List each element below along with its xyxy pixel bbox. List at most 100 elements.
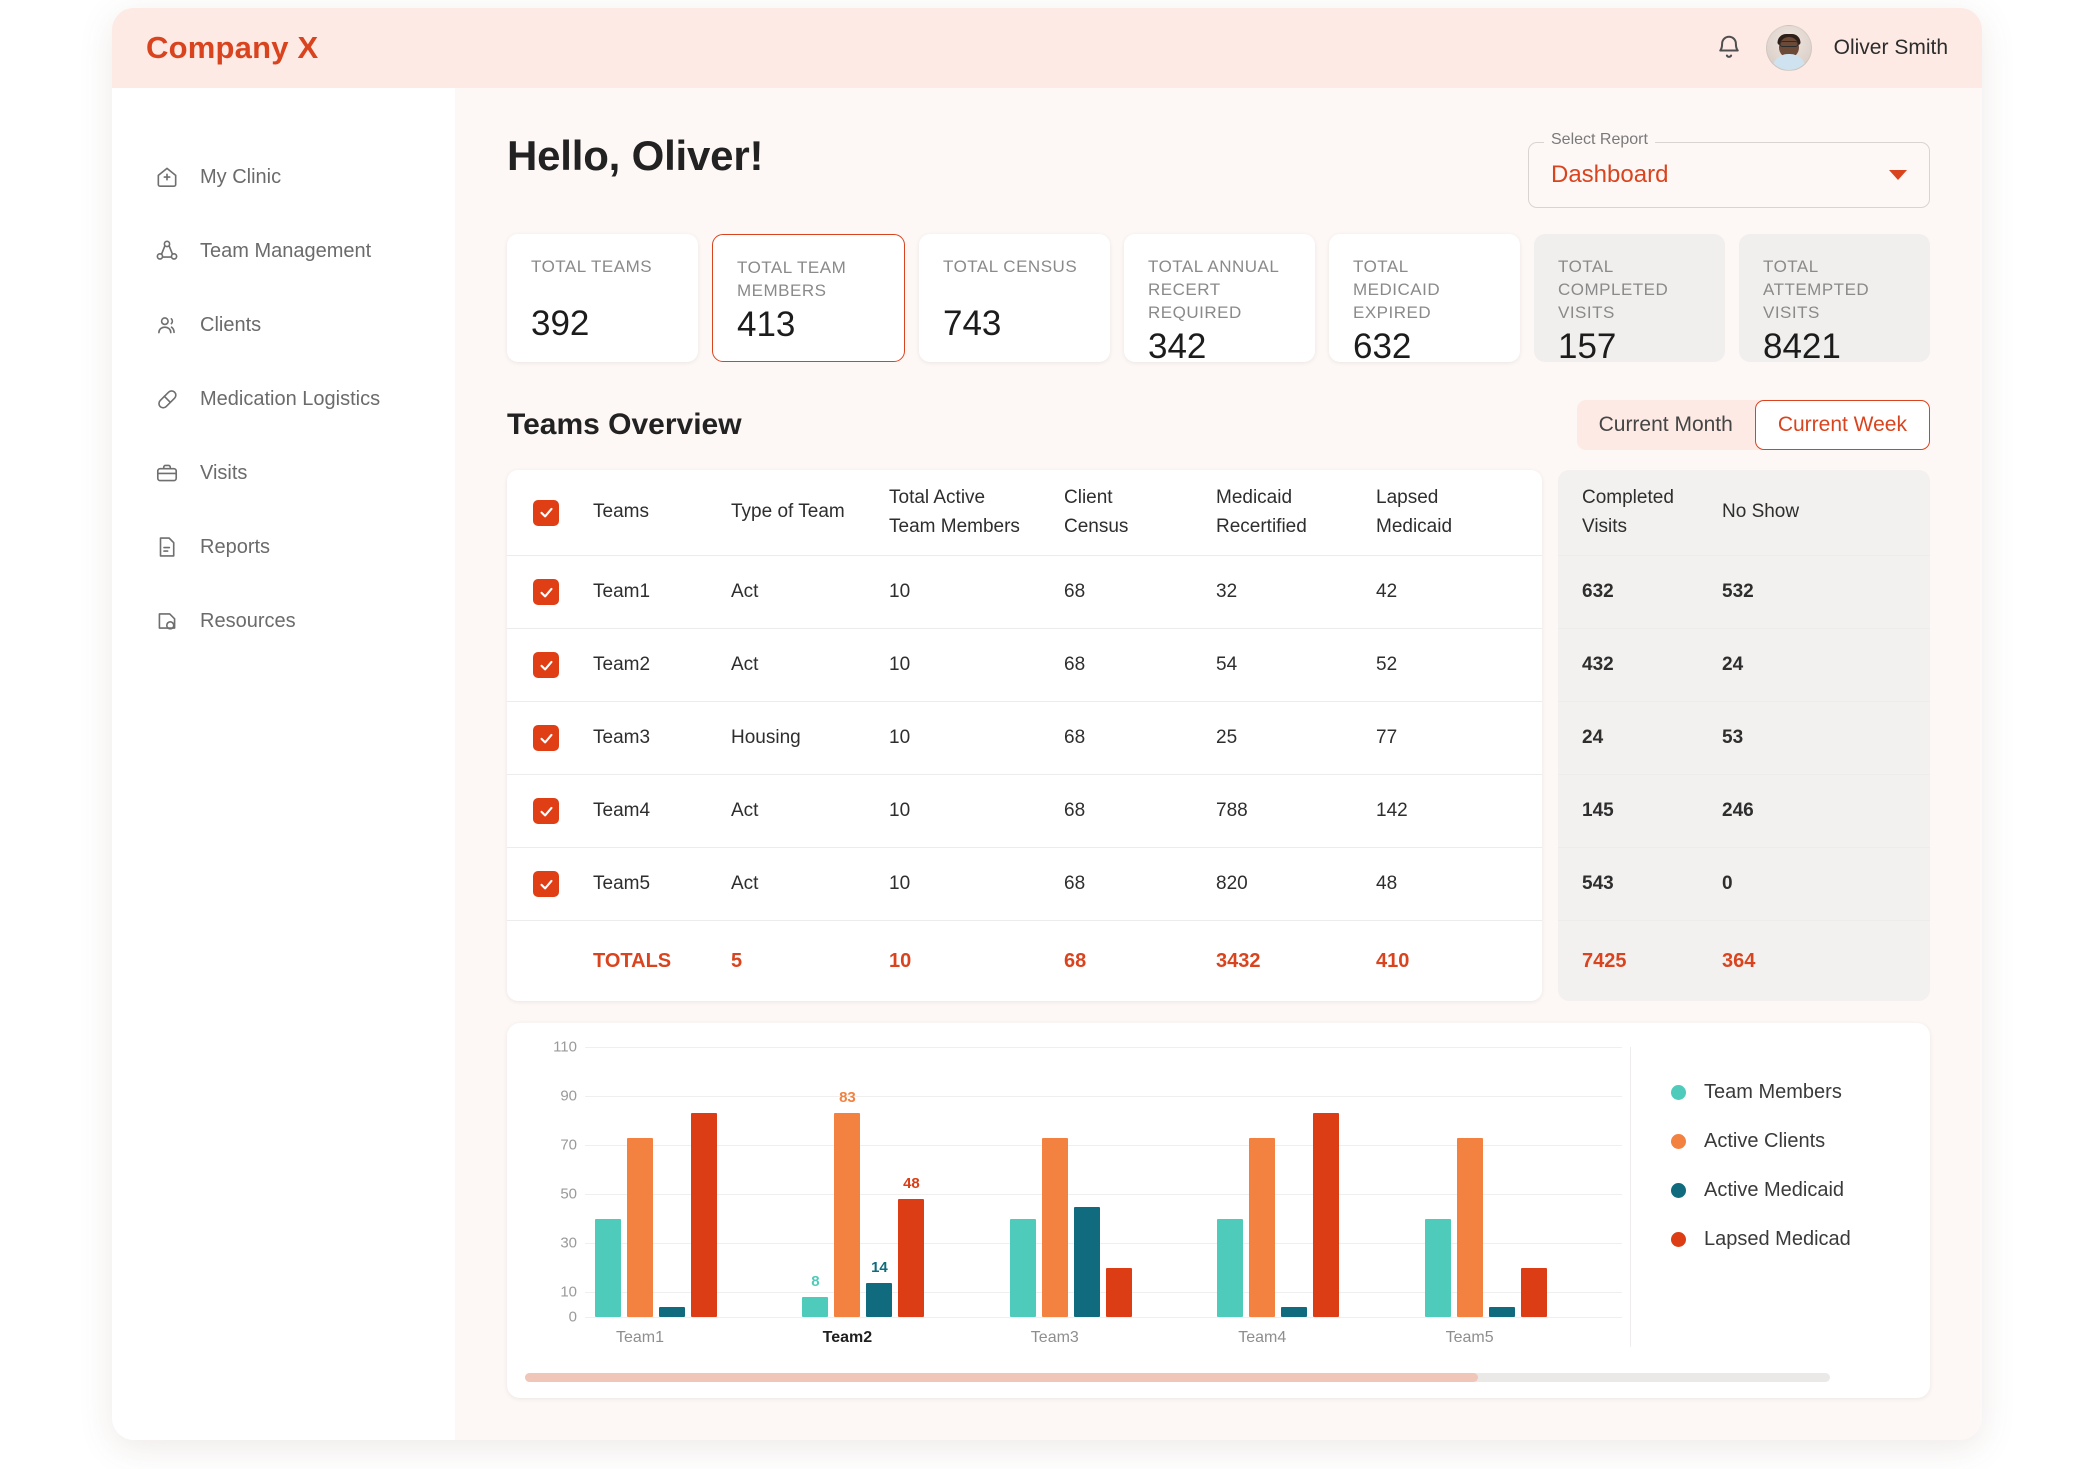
kpi-card-total-teams[interactable]: TOTAL TEAMS 392 [507, 234, 698, 362]
header-line-2: Medicaid [1376, 515, 1453, 537]
row-checkbox[interactable] [533, 871, 559, 897]
x-axis-tick: Team4 [1238, 1329, 1287, 1346]
x-axis-tick: Team3 [1030, 1329, 1079, 1346]
kpi-card-total-annual-recert-required[interactable]: TOTAL ANNUAL RECERT REQUIRED 342 [1124, 234, 1315, 366]
bell-icon[interactable] [1714, 32, 1744, 64]
chart-group: Team5 [1415, 1047, 1622, 1346]
cell-recert: 25 [1216, 727, 1238, 748]
row-checkbox[interactable] [533, 579, 559, 605]
sidebar-item-resources[interactable]: Resources [112, 584, 455, 658]
chart-bar[interactable] [595, 1218, 621, 1317]
chart-bar[interactable] [1073, 1206, 1100, 1317]
chart-bar[interactable]: 83 [834, 1089, 861, 1317]
cell-census: 68 [1064, 800, 1086, 821]
kpi-card-total-attempted-visits[interactable]: TOTAL ATTEMPTED VISITS 8421 [1739, 234, 1930, 366]
sidebar-item-medication-logistics[interactable]: Medication Logistics [112, 362, 455, 436]
chart-bar[interactable] [627, 1137, 653, 1317]
chart-bar[interactable] [1520, 1267, 1547, 1317]
user-name[interactable]: Oliver Smith [1834, 36, 1948, 60]
chart-bar-value-label: 48 [903, 1175, 920, 1193]
chart-y-axis: 0 10 30 50 70 90 110 [533, 1039, 585, 1326]
chart-bar[interactable] [1217, 1218, 1244, 1317]
cell-team: Team1 [593, 581, 651, 602]
users-icon [158, 317, 175, 334]
briefcase-icon [156, 464, 178, 482]
table-row[interactable]: Team2 Act 10 68 54 52 [507, 629, 1542, 702]
chart-bar[interactable]: 48 [898, 1175, 925, 1317]
cell-type: Act [731, 654, 759, 675]
kpi-value: 392 [531, 304, 590, 343]
sidebar-item-label: Visits [200, 461, 248, 484]
totals-census: 68 [1064, 949, 1087, 972]
header-line-1: Lapsed [1376, 487, 1439, 508]
legend-item[interactable]: Active Clients [1671, 1130, 1930, 1153]
toggle-current-week[interactable]: Current Week [1754, 400, 1930, 450]
chart-bar[interactable] [659, 1307, 685, 1317]
header-completed-visits: Completed Visits [1582, 484, 1722, 541]
row-checkbox[interactable] [533, 725, 559, 751]
right-totals-row: 7425 364 [1558, 921, 1930, 1001]
row-checkbox[interactable] [533, 798, 559, 824]
chart-bar[interactable]: 8 [802, 1273, 829, 1317]
cell-completed: 543 [1582, 873, 1614, 894]
cell-census: 68 [1064, 654, 1086, 675]
kpi-card-total-medicaid-expired[interactable]: TOTAL MEDICAID EXPIRED 632 [1329, 234, 1520, 366]
kpi-card-total-census[interactable]: TOTAL CENSUS 743 [919, 234, 1110, 362]
kpi-value: 342 [1148, 326, 1207, 366]
cell-completed: 432 [1582, 654, 1614, 675]
cell-members: 10 [889, 654, 911, 675]
cell-recert: 788 [1216, 800, 1248, 821]
chart-bar[interactable] [1281, 1307, 1308, 1317]
sidebar-item-visits[interactable]: Visits [112, 436, 455, 510]
select-all-checkbox[interactable] [533, 499, 559, 526]
cell-type: Act [731, 800, 759, 821]
select-report[interactable]: Select Report Dashboard [1528, 131, 1930, 208]
chart-scrollbar-thumb[interactable] [525, 1373, 1478, 1382]
chart-bar[interactable] [1313, 1113, 1340, 1317]
chart-bar[interactable] [691, 1113, 717, 1317]
avatar[interactable] [1765, 25, 1812, 71]
chart-bar[interactable] [1009, 1218, 1036, 1317]
chart-bar[interactable] [1488, 1307, 1515, 1317]
row-checkbox-cell [533, 579, 593, 605]
row-checkbox[interactable] [533, 652, 559, 678]
top-bar-right: Oliver Smith [1714, 25, 1948, 71]
y-axis-tick: 70 [560, 1136, 577, 1154]
legend-item[interactable]: Active Medicaid [1671, 1179, 1930, 1202]
chevron-down-icon[interactable] [1889, 170, 1907, 180]
select-report-box[interactable]: Dashboard [1528, 142, 1930, 208]
kpi-card-total-team-members[interactable]: TOTAL TEAM MEMBERS 413 [712, 234, 905, 362]
y-axis-tick: 10 [560, 1283, 577, 1301]
sidebar-item-clients[interactable]: Clients [112, 288, 455, 362]
kpi-label: TOTAL CENSUS [943, 257, 1078, 276]
kpi-cards: TOTAL TEAMS 392 TOTAL TEAM MEMBERS 413 T… [507, 234, 1930, 366]
chart-bar[interactable]: 14 [866, 1259, 893, 1317]
chart-bar[interactable] [1105, 1267, 1132, 1317]
y-axis-tick: 0 [568, 1308, 577, 1326]
toggle-current-month[interactable]: Current Month [1577, 400, 1755, 450]
brand-logo[interactable]: Company X [146, 30, 318, 66]
chart-bar[interactable] [1041, 1137, 1068, 1317]
sidebar-item-team-management[interactable]: Team Management [112, 214, 455, 288]
sidebar-item-my-clinic[interactable]: My Clinic [112, 140, 455, 214]
cell-members: 10 [889, 727, 911, 748]
legend-item[interactable]: Lapsed Medicad [1671, 1228, 1930, 1251]
chart-group: Team4 [1207, 1047, 1414, 1346]
header-line-2: Recertified [1216, 515, 1307, 537]
sidebar-item-reports[interactable]: Reports [112, 510, 455, 584]
chart-bar[interactable] [1249, 1137, 1276, 1317]
x-axis-tick: Team1 [615, 1329, 665, 1346]
table-row[interactable]: Team1 Act 10 68 32 42 [507, 556, 1542, 629]
chart-bar[interactable] [1424, 1218, 1451, 1317]
totals-label: TOTALS [593, 949, 672, 972]
chart-bar[interactable] [1456, 1137, 1483, 1317]
table-row[interactable]: Team5 Act 10 68 820 48 [507, 848, 1542, 921]
header-line-1: Medicaid [1216, 487, 1293, 508]
cell-lapsed: 48 [1376, 873, 1398, 894]
legend-item[interactable]: Team Members [1671, 1081, 1930, 1104]
table-row[interactable]: Team3 Housing 10 68 25 77 [507, 702, 1542, 775]
chart-group-bars [1000, 1047, 1207, 1317]
chart-scrollbar-track[interactable] [525, 1373, 1830, 1382]
kpi-card-total-completed-visits[interactable]: TOTAL COMPLETED VISITS 157 [1534, 234, 1725, 366]
table-row[interactable]: Team4 Act 10 68 788 142 [507, 775, 1542, 848]
